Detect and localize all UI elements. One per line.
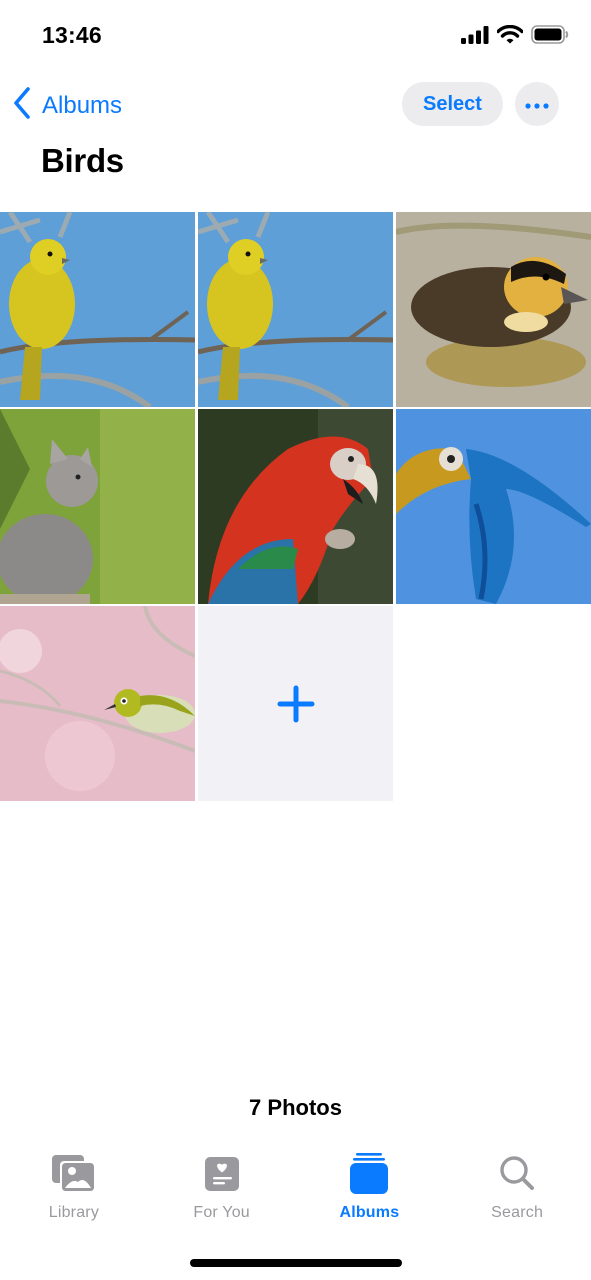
white-eye-photo: [0, 606, 195, 801]
tab-label: Library: [48, 1204, 100, 1221]
navigation-bar: Albums Select: [0, 78, 591, 130]
duckling-photo: [396, 212, 591, 407]
ellipsis-icon: [525, 97, 549, 112]
tab-label: Albums: [339, 1204, 400, 1221]
photo-thumbnail[interactable]: [0, 212, 195, 407]
photo-thumbnail[interactable]: [396, 409, 591, 604]
more-button[interactable]: [515, 82, 559, 126]
back-button[interactable]: Albums: [12, 86, 122, 125]
tab-for-you[interactable]: For You: [148, 1152, 296, 1232]
wifi-icon: [496, 24, 524, 49]
photo-thumbnail[interactable]: [396, 212, 591, 407]
status-time: 13:46: [42, 22, 102, 48]
blue-macaw-photo: [396, 409, 591, 604]
photo-count: 7 Photos: [249, 1095, 342, 1120]
select-button[interactable]: Select: [402, 82, 503, 126]
tab-bar: Library For You Albums Search: [0, 1152, 591, 1232]
chevron-left-icon: [12, 86, 32, 125]
photo-thumbnail[interactable]: [0, 606, 195, 801]
photo-thumbnail[interactable]: [0, 409, 195, 604]
back-label: Albums: [42, 91, 123, 119]
page-title: Birds: [41, 142, 124, 179]
photo-library-icon: [49, 1152, 99, 1196]
home-indicator[interactable]: [190, 1259, 402, 1267]
cellular-signal-icon: [461, 25, 489, 49]
red-macaw-photo: [198, 409, 393, 604]
tab-label: Search: [491, 1204, 544, 1221]
tab-label: For You: [193, 1204, 250, 1221]
search-icon: [492, 1152, 542, 1196]
status-icons: [461, 24, 569, 49]
photo-thumbnail[interactable]: [198, 212, 393, 407]
add-photos-button[interactable]: [198, 606, 393, 801]
tab-search[interactable]: Search: [443, 1152, 591, 1232]
status-bar: 13:46: [0, 0, 591, 60]
canary-photo: [0, 212, 195, 407]
photo-thumbnail[interactable]: [198, 409, 393, 604]
for-you-icon: [197, 1152, 247, 1196]
tab-albums[interactable]: Albums: [296, 1152, 444, 1232]
tab-library[interactable]: Library: [0, 1152, 148, 1232]
albums-icon: [344, 1152, 394, 1196]
battery-icon: [531, 25, 569, 49]
kitten-photo: [0, 409, 195, 604]
photo-grid: [0, 212, 591, 801]
canary-photo: [198, 212, 393, 407]
plus-icon: [277, 685, 315, 723]
